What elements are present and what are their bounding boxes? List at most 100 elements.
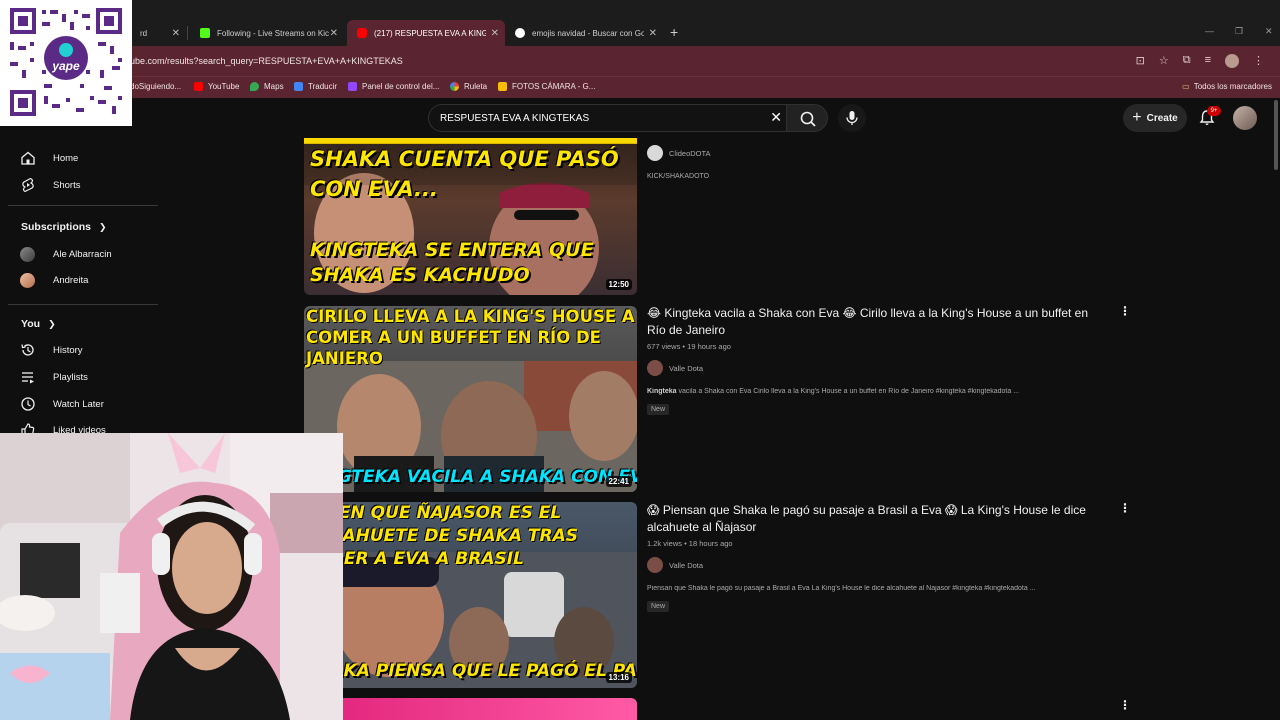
close-icon[interactable]: ✕	[172, 28, 180, 39]
scrollbar[interactable]	[1274, 100, 1278, 170]
shorts-icon	[22, 177, 34, 193]
webcam-overlay	[0, 433, 343, 720]
sidebar-item-shorts[interactable]: Shorts	[8, 172, 158, 198]
thumbnail-text: KINGTEKA VACILA A SHAKA CON EVA	[304, 467, 637, 487]
menu-icon[interactable]: ⋮	[1253, 54, 1264, 68]
video-description: KICK/SHAKADOTO	[647, 173, 710, 180]
search-query: RESPUESTA EVA A KINGTEKAS	[440, 113, 590, 124]
channel-link[interactable]: Valle Dota	[647, 360, 703, 376]
sidebar-item-subscription[interactable]: Andreita	[8, 267, 158, 293]
thumbnail-text: CIRILO LLEVA A LA KING'S HOUSE A COMER A…	[306, 307, 635, 368]
bookmark-item[interactable]: Maps	[250, 82, 284, 91]
subscriptions-header[interactable]: Subscriptions ❯	[21, 221, 107, 233]
channel-link[interactable]: Valle Dota	[647, 557, 703, 573]
search-results: SHAKA CUENTA QUE PASÓ CON EVA... KINGTEK…	[304, 138, 1134, 720]
you-header[interactable]: You ❯	[21, 318, 56, 330]
bookmark-item[interactable]: Traducir	[294, 82, 337, 91]
tab-2[interactable]: Following - Live Streams on Kick ✕	[190, 20, 344, 46]
youtube-icon	[357, 28, 367, 38]
browser-profile-icon[interactable]	[1225, 54, 1239, 68]
video-thumbnail[interactable]: DICEN QUE ÑAJASOR ES EL ALCAHUETE DE SHA…	[304, 502, 637, 688]
video-thumbnail[interactable]: CIRILO LLEVA A LA KING'S HOUSE A COMER A…	[304, 306, 637, 492]
thumbnail-text: KINGTEKA SE ENTERA QUE SHAKA ES KACHUDO	[310, 239, 594, 286]
video-duration: 13:16	[605, 672, 632, 683]
avatar	[647, 360, 663, 376]
avatar	[20, 246, 35, 262]
channel-link[interactable]: ClideoDOTA	[647, 145, 711, 161]
bookmark-item[interactable]: Ruleta	[450, 82, 487, 91]
avatar	[647, 557, 663, 573]
plus-icon: +	[1132, 109, 1142, 126]
drive-icon	[498, 82, 507, 91]
google-icon	[515, 28, 525, 38]
all-bookmarks[interactable]: ▭ Todos los marcadores	[1182, 82, 1272, 91]
address-bar: ube.com/results?search_query=RESPUESTA+E…	[0, 46, 1280, 76]
media-icon[interactable]: ≡	[1205, 54, 1211, 68]
maximize-icon[interactable]: ❐	[1235, 26, 1243, 37]
bookmarks-bar: doSiguiendo... YouTube Maps Traducir Pan…	[0, 76, 1280, 98]
more-options-icon[interactable]: ⋮	[1119, 501, 1131, 515]
thumbnail-text: SHAKA PIENSA QUE LE PAGÓ EL PASAJE	[304, 661, 637, 681]
thumbnail-text: SHAKA CUENTA QUE PASÓ CON EVA...	[310, 147, 619, 201]
bookmark-item[interactable]: FOTOS CÁMARA - G...	[498, 82, 595, 91]
tab-1[interactable]: rd ✕	[130, 20, 186, 46]
bookmark-item[interactable]: YouTube	[194, 82, 239, 91]
thumbnail-text: DICEN QUE ÑAJASOR ES EL ALCAHUETE DE SHA…	[306, 503, 578, 569]
close-icon[interactable]: ✕	[330, 28, 338, 39]
kick-icon	[200, 28, 210, 38]
install-icon[interactable]: ⊡	[1136, 54, 1145, 68]
search-icon	[800, 111, 816, 127]
create-button[interactable]: + Create	[1123, 104, 1187, 132]
tab-3[interactable]: (217) RESPUESTA EVA A KINGTEKAS ✕	[347, 20, 505, 46]
new-tab-icon[interactable]: +	[670, 24, 678, 40]
tab-4[interactable]: emojis navidad - Buscar con Google ✕	[505, 20, 663, 46]
voice-search-button[interactable]	[838, 104, 866, 132]
clear-search-icon[interactable]: ✕	[770, 109, 782, 126]
chevron-right-icon: ❯	[99, 221, 107, 232]
tab-label: Following - Live Streams on Kick	[217, 28, 329, 38]
bookmark-item[interactable]: doSiguiendo...	[130, 82, 181, 91]
tab-label: emojis navidad - Buscar con Google	[532, 28, 644, 38]
youtube-header: RESPUESTA EVA A KINGTEKAS ✕ + Create 9+	[0, 98, 1280, 138]
avatar	[647, 145, 663, 161]
tab-label: (217) RESPUESTA EVA A KINGTEKAS	[374, 28, 486, 38]
browser-tab-strip: rd ✕ Following - Live Streams on Kick ✕ …	[0, 0, 1280, 46]
twitch-icon	[348, 82, 357, 91]
extensions-icon[interactable]: ⧉	[1183, 54, 1191, 68]
video-thumbnail[interactable]: SHAKA CUENTA QUE PASÓ CON EVA... KINGTEK…	[304, 138, 637, 295]
video-title[interactable]: 😂 Kingteka vacila a Shaka con Eva 😂 Ciri…	[647, 305, 1097, 339]
close-icon[interactable]: ✕	[491, 28, 499, 39]
wheel-icon	[450, 82, 459, 91]
minimize-icon[interactable]: —	[1205, 26, 1214, 36]
search-button[interactable]	[786, 104, 828, 132]
sidebar-item-watch-later[interactable]: Watch Later	[8, 391, 158, 417]
screen: { "browser": { "tabs": [ {"label": "rd",…	[0, 0, 1280, 720]
sidebar-item-subscription[interactable]: Ale Albarracin	[8, 241, 158, 267]
window-close-icon[interactable]: ✕	[1265, 26, 1273, 37]
video-title[interactable]: 😱 Piensan que Shaka le pagó su pasaje a …	[647, 502, 1097, 536]
sidebar: Home Shorts Subscriptions ❯ Ale Albarraci…	[0, 138, 160, 438]
avatar[interactable]	[1233, 106, 1257, 130]
home-icon	[21, 151, 35, 165]
bookmark-item[interactable]: Panel de control del...	[348, 82, 439, 91]
search-input[interactable]: RESPUESTA EVA A KINGTEKAS ✕	[428, 104, 786, 132]
more-options-icon[interactable]: ⋮	[1119, 304, 1131, 318]
star-icon[interactable]: ☆	[1159, 54, 1169, 68]
more-options-icon[interactable]: ⋮	[1119, 698, 1131, 712]
video-description: Kingteka vacila a Shaka con Eva Cirilo l…	[647, 388, 1020, 395]
sidebar-item-playlists[interactable]: Playlists	[8, 364, 158, 390]
sidebar-item-history[interactable]: History	[8, 337, 158, 363]
url-field[interactable]: ube.com/results?search_query=RESPUESTA+E…	[130, 56, 403, 66]
video-description: Piensan que Shaka le pagó su pasaje a Br…	[647, 585, 1036, 592]
video-thumbnail[interactable]	[304, 698, 637, 720]
sidebar-item-home[interactable]: Home	[8, 145, 158, 171]
translate-icon	[294, 82, 303, 91]
yape-logo-text: yape	[51, 59, 80, 73]
qr-code-overlay: yape	[0, 0, 132, 126]
video-meta: 677 views • 19 hours ago	[647, 342, 731, 351]
close-icon[interactable]: ✕	[649, 28, 657, 39]
qr-code-icon: yape	[0, 0, 132, 126]
history-icon	[21, 344, 34, 356]
avatar	[20, 272, 35, 288]
playlists-icon	[22, 372, 34, 384]
